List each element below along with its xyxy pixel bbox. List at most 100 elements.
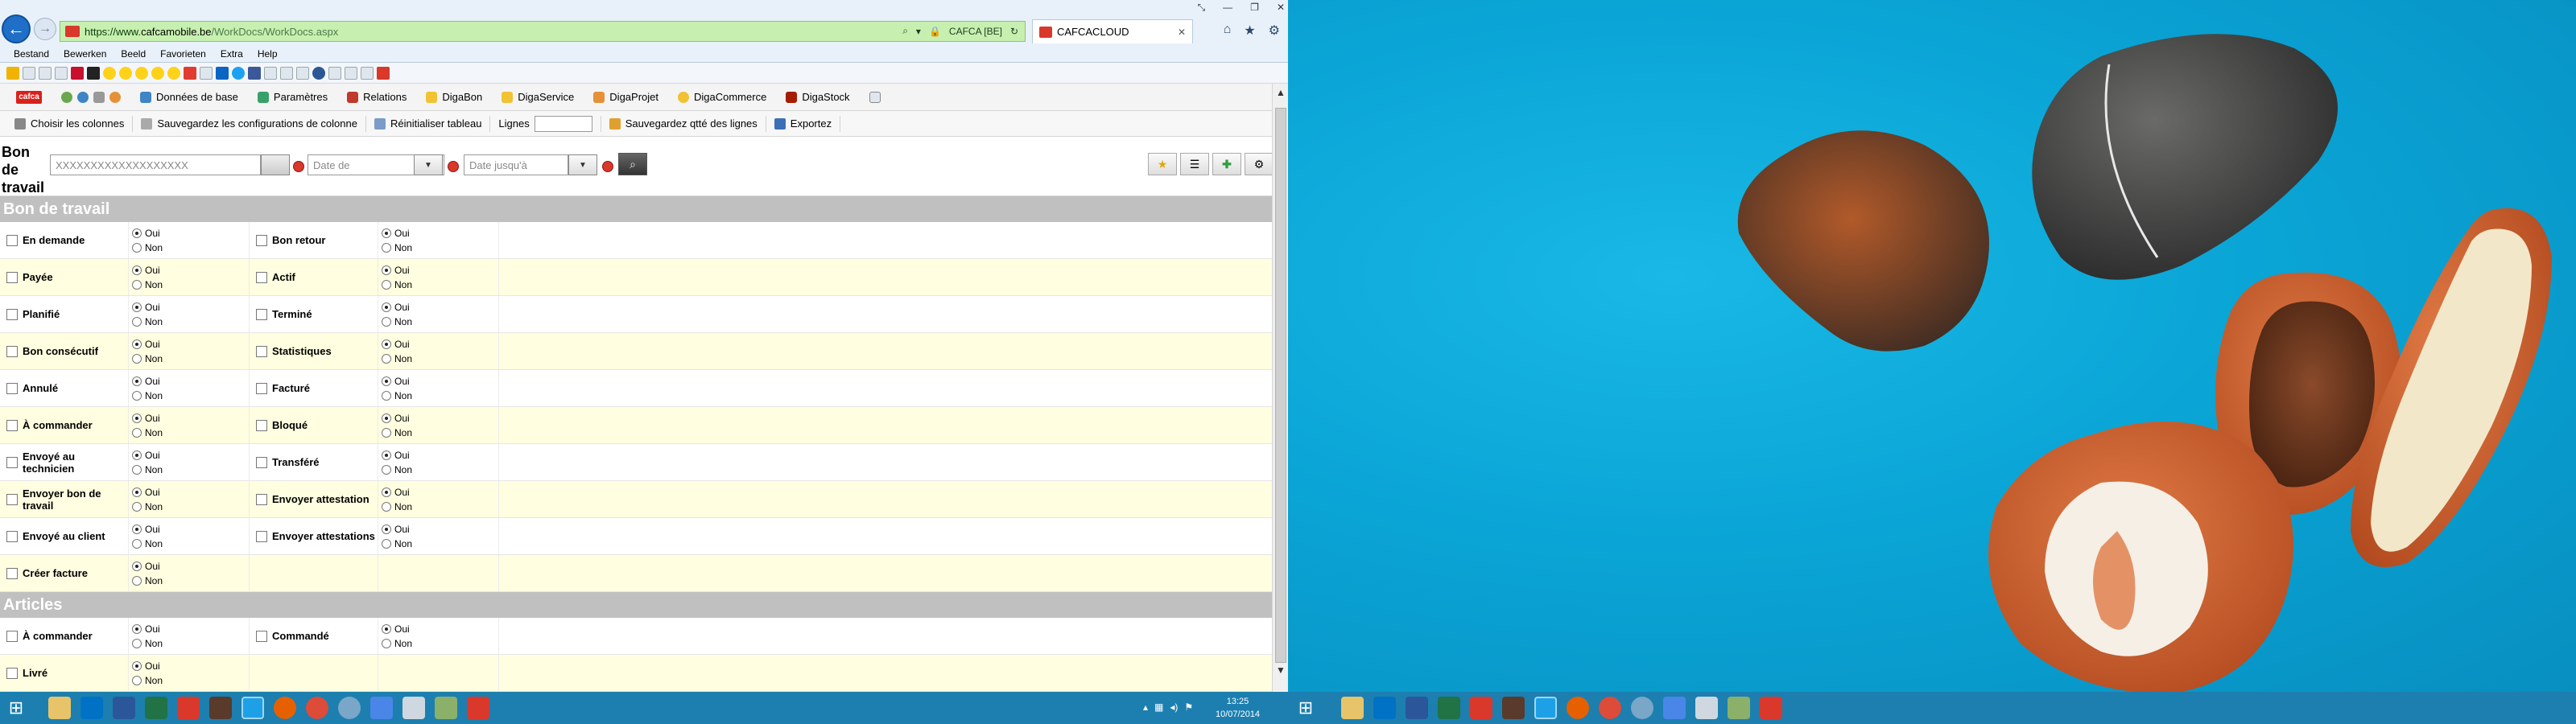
radio-option-oui[interactable]: Oui: [382, 376, 498, 387]
favorite-site-icon[interactable]: [151, 66, 164, 80]
menu-parametres[interactable]: Paramètres: [248, 84, 337, 111]
favorite-site-icon[interactable]: [377, 66, 390, 80]
excel-icon[interactable]: [1438, 697, 1460, 719]
field-checkbox[interactable]: [6, 345, 18, 357]
field-checkbox[interactable]: [256, 308, 267, 320]
site-identity[interactable]: CAFCA [BE]: [949, 26, 1002, 37]
radio-option-non[interactable]: Non: [132, 390, 249, 401]
search-icon[interactable]: ⌕: [902, 25, 908, 37]
radio-button[interactable]: [132, 228, 142, 238]
radio-option-oui[interactable]: Oui: [382, 487, 498, 498]
radio-button[interactable]: [132, 265, 142, 275]
radio-option-non[interactable]: Non: [382, 427, 498, 438]
radio-button[interactable]: [382, 353, 391, 364]
field-checkbox[interactable]: [256, 493, 267, 505]
favorite-site-icon[interactable]: [103, 66, 116, 80]
radio-option-non[interactable]: Non: [132, 279, 249, 290]
date-jusqu-input[interactable]: Date jusqu'à: [464, 154, 568, 175]
radio-option-non[interactable]: Non: [382, 638, 498, 649]
cafca-app-icon[interactable]: [467, 697, 489, 719]
tab-cafcacloud[interactable]: CAFCACLOUD ✕: [1032, 19, 1193, 43]
lock-icon[interactable]: 🔒: [929, 26, 941, 37]
radio-button[interactable]: [382, 427, 391, 438]
radio-button[interactable]: [132, 353, 142, 364]
field-checkbox[interactable]: [6, 630, 18, 642]
radio-button[interactable]: [382, 376, 391, 386]
radio-option-non[interactable]: Non: [132, 538, 249, 549]
favorite-page-icon[interactable]: [328, 66, 341, 80]
radio-option-non[interactable]: Non: [132, 316, 249, 327]
favorites-star-icon[interactable]: ★: [1244, 23, 1255, 39]
word-icon[interactable]: [1406, 697, 1428, 719]
linkedin-icon[interactable]: [216, 66, 229, 80]
field-checkbox[interactable]: [6, 271, 18, 283]
radio-option-oui[interactable]: Oui: [382, 339, 498, 350]
firefox-icon[interactable]: [274, 697, 296, 719]
firefox-icon[interactable]: [1567, 697, 1589, 719]
field-checkbox[interactable]: [6, 419, 18, 431]
save-column-config-button[interactable]: Sauvegardez les configurations de colonn…: [133, 115, 366, 132]
menu-extra[interactable]: Extra: [213, 48, 250, 60]
favorite-page-icon[interactable]: [296, 66, 309, 80]
field-checkbox[interactable]: [256, 345, 267, 357]
radio-button[interactable]: [382, 302, 391, 312]
radio-button[interactable]: [132, 450, 142, 460]
settings-button[interactable]: ⚙: [1245, 153, 1274, 175]
radio-button[interactable]: [382, 487, 391, 497]
resize-icon[interactable]: ⤡: [1198, 2, 1206, 14]
code-lookup-button[interactable]: [261, 154, 290, 175]
choose-columns-button[interactable]: Choisir les colonnes: [6, 115, 134, 132]
favorite-site-icon[interactable]: [184, 66, 196, 80]
radio-button[interactable]: [132, 487, 142, 497]
field-checkbox[interactable]: [256, 456, 267, 468]
radio-option-non[interactable]: Non: [132, 353, 249, 364]
dropdown-icon[interactable]: ▾: [916, 26, 921, 37]
radio-option-non[interactable]: Non: [132, 575, 249, 586]
clear-date-jusqu-icon[interactable]: [602, 161, 613, 172]
menu-extra-icon[interactable]: [860, 84, 890, 111]
globe-icon[interactable]: [61, 91, 72, 103]
radio-button[interactable]: [382, 501, 391, 512]
file-explorer-icon[interactable]: [48, 697, 71, 719]
radio-option-oui[interactable]: Oui: [382, 265, 498, 276]
radio-button[interactable]: [132, 316, 142, 327]
document-icon[interactable]: [402, 697, 425, 719]
field-checkbox[interactable]: [256, 530, 267, 542]
favorite-page-icon[interactable]: [23, 66, 35, 80]
radio-button[interactable]: [132, 242, 142, 253]
favorite-site-icon[interactable]: [71, 66, 84, 80]
taskbar-clock[interactable]: 13:25 10/07/2014: [1216, 695, 1260, 721]
radio-option-oui[interactable]: Oui: [382, 228, 498, 239]
field-checkbox[interactable]: [256, 234, 267, 246]
save-row-qty-button[interactable]: Sauvegardez qtté des lignes: [601, 115, 766, 132]
maximize-button[interactable]: ❐: [1250, 2, 1259, 14]
app-icon[interactable]: [1631, 697, 1653, 719]
tray-chevron-icon[interactable]: ▴: [1143, 701, 1148, 713]
menu-relations[interactable]: Relations: [337, 84, 416, 111]
radio-button[interactable]: [132, 427, 142, 438]
radio-option-oui[interactable]: Oui: [382, 413, 498, 424]
home-icon[interactable]: ⌂: [1224, 23, 1232, 39]
field-checkbox[interactable]: [6, 456, 18, 468]
outlook-icon[interactable]: [1373, 697, 1396, 719]
menu-digaprojet[interactable]: DigaProjet: [584, 84, 668, 111]
field-checkbox[interactable]: [6, 493, 18, 505]
cafca-app-icon[interactable]: [1470, 697, 1492, 719]
refresh-icon[interactable]: [77, 91, 89, 103]
field-checkbox[interactable]: [6, 234, 18, 246]
date-jusqu-dropdown[interactable]: ▼: [568, 154, 597, 175]
internet-explorer-icon[interactable]: [242, 697, 264, 719]
radio-option-non[interactable]: Non: [382, 242, 498, 253]
url-text[interactable]: https://www.cafcamobile.be/WorkDocs/Work…: [85, 26, 338, 38]
image-icon[interactable]: [435, 697, 457, 719]
reset-table-button[interactable]: Réinitialiser tableau: [366, 115, 491, 132]
app-icon[interactable]: [370, 697, 393, 719]
radio-option-oui[interactable]: Oui: [132, 302, 249, 313]
lignes-input[interactable]: [534, 115, 592, 132]
field-checkbox[interactable]: [6, 308, 18, 320]
field-checkbox[interactable]: [6, 382, 18, 394]
volume-icon[interactable]: ◂): [1170, 701, 1178, 713]
internet-explorer-icon[interactable]: [1534, 697, 1557, 719]
radio-option-oui[interactable]: Oui: [382, 623, 498, 635]
user-icon[interactable]: [109, 91, 121, 103]
